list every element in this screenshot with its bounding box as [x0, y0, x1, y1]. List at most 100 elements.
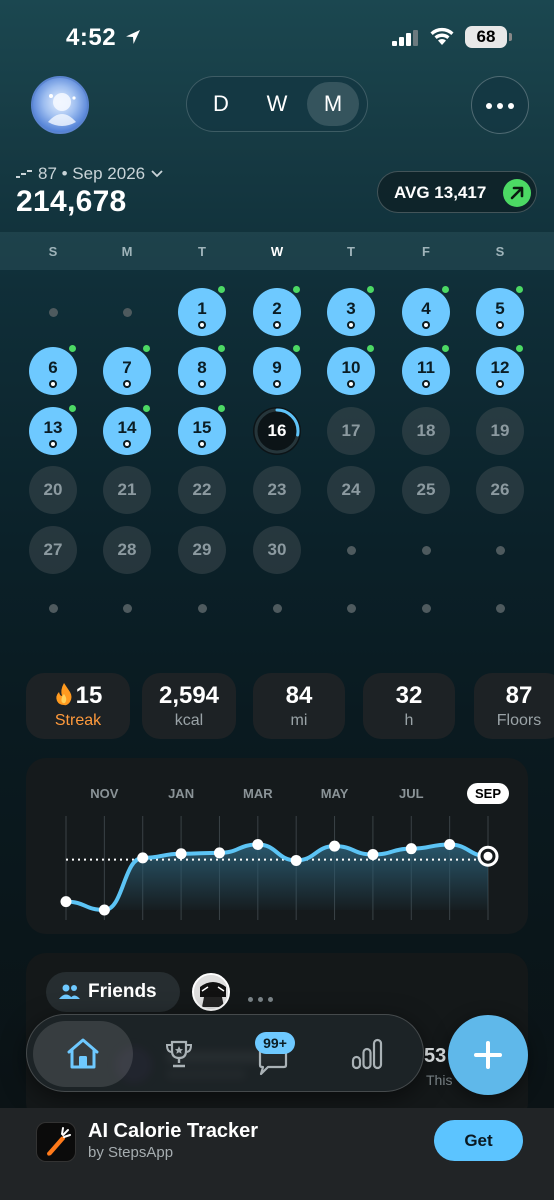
- calendar-day-completed[interactable]: 2: [253, 286, 301, 336]
- calendar-day-completed[interactable]: 15: [178, 405, 226, 455]
- data-point[interactable]: [137, 852, 149, 864]
- calendar-day-future[interactable]: 25: [402, 466, 450, 514]
- friend-avatar-illustration-icon: [194, 975, 228, 1009]
- calendar-day-completed[interactable]: 7: [103, 345, 151, 395]
- friend-steps-caption: This: [426, 1072, 453, 1088]
- calendar-day-future[interactable]: 23: [253, 466, 301, 514]
- data-point[interactable]: [367, 849, 379, 861]
- calendar-day-completed[interactable]: 5: [476, 286, 524, 336]
- goal-star-icon: [49, 440, 57, 448]
- calendar-day-future[interactable]: 21: [103, 466, 151, 514]
- calendar-day-future[interactable]: 17: [327, 407, 375, 455]
- data-point[interactable]: [405, 843, 417, 855]
- ad-banner[interactable]: AI Calorie Tracker by StepsApp Get: [0, 1108, 554, 1200]
- data-point[interactable]: [329, 840, 341, 852]
- trend-chart-card[interactable]: NOV JAN MAR MAY JUL SEP: [26, 758, 528, 934]
- empty-day-dot: [346, 603, 356, 613]
- calendar-day-completed[interactable]: 14: [103, 405, 151, 455]
- stat-tile-floors[interactable]: 87 Floors: [474, 673, 554, 739]
- data-point[interactable]: [98, 904, 110, 916]
- day-number: 11: [417, 358, 435, 377]
- profile-avatar[interactable]: [31, 76, 89, 134]
- calendar-day-today[interactable]: 16: [253, 407, 301, 455]
- calendar-day-future[interactable]: 22: [178, 466, 226, 514]
- tab-home[interactable]: [33, 1021, 133, 1087]
- empty-day-dot: [122, 307, 132, 317]
- calendar-day-completed[interactable]: 1: [178, 286, 226, 336]
- calendar-day-future[interactable]: 26: [476, 466, 524, 514]
- day-number: 30: [267, 540, 287, 559]
- status-bar: 4:52 68: [0, 0, 554, 74]
- data-point[interactable]: [213, 847, 225, 859]
- day-number: 22: [192, 480, 212, 499]
- goal-star-icon: [273, 321, 281, 329]
- friend-avatar[interactable]: [192, 973, 230, 1011]
- data-point[interactable]: [60, 896, 72, 908]
- day-number: 29: [192, 540, 212, 559]
- day-number: 1: [197, 299, 207, 318]
- calendar-day-future[interactable]: 20: [29, 466, 77, 514]
- more-dot-icon: [508, 103, 514, 109]
- stat-tile-h[interactable]: 32 h: [363, 673, 455, 739]
- friends-tab[interactable]: Friends: [46, 972, 180, 1012]
- home-icon: [67, 1038, 99, 1069]
- data-point[interactable]: [290, 854, 302, 866]
- stat-value: 2,594: [158, 682, 220, 709]
- stat-label: mi: [290, 712, 308, 729]
- weekday-label: T: [198, 244, 206, 259]
- calendar-day-completed[interactable]: 10: [327, 345, 375, 395]
- segment-month[interactable]: M: [307, 82, 359, 126]
- goal-star-icon: [198, 321, 206, 329]
- data-point[interactable]: [252, 838, 264, 850]
- calendar-day-completed[interactable]: 6: [29, 345, 77, 395]
- stat-tile-mi[interactable]: 84 mi: [253, 673, 345, 739]
- period-selector[interactable]: 87 • Sep 2026: [16, 164, 163, 184]
- calendar-day-future[interactable]: 19: [476, 407, 524, 455]
- more-options-button[interactable]: [471, 76, 529, 134]
- calendar-day-completed[interactable]: 13: [29, 405, 77, 455]
- x-tick-label: NOV: [90, 786, 119, 801]
- calendar-day-completed[interactable]: 9: [253, 345, 301, 395]
- trophy-icon[interactable]: [164, 1039, 194, 1069]
- calendar-day-future[interactable]: 30: [253, 526, 301, 574]
- stat-tile-streak[interactable]: 15 Streak: [26, 673, 130, 739]
- calendar-day-future[interactable]: 29: [178, 526, 226, 574]
- average-pill[interactable]: AVG 13,417: [377, 171, 537, 213]
- goal-star-icon: [422, 321, 430, 329]
- calendar-day-completed[interactable]: 11: [402, 345, 450, 395]
- calendar-day-completed[interactable]: 3: [327, 286, 375, 336]
- calendar-day-future[interactable]: 18: [402, 407, 450, 455]
- calendar-day-completed[interactable]: 8: [178, 345, 226, 395]
- friends-label: Friends: [88, 981, 157, 1002]
- period-label: 87 • Sep 2026: [38, 164, 146, 183]
- x-tick-label: SEP: [475, 786, 501, 801]
- calendar-day-future[interactable]: 24: [327, 466, 375, 514]
- goal-star-icon: [273, 380, 281, 388]
- data-point[interactable]: [444, 838, 456, 850]
- day-number: 18: [416, 421, 436, 440]
- ad-get-button[interactable]: Get: [434, 1120, 523, 1161]
- empty-day-dot: [346, 545, 356, 555]
- calendar-day-future[interactable]: 28: [103, 526, 151, 574]
- friends-more-icon[interactable]: [248, 989, 278, 1007]
- segment-day[interactable]: D: [195, 82, 247, 126]
- calendar-day-completed[interactable]: 12: [476, 345, 524, 395]
- stat-tile-kcal[interactable]: 2,594 kcal: [142, 673, 236, 739]
- goal-met-dot: [442, 286, 449, 293]
- empty-day-dot: [421, 603, 431, 613]
- add-button[interactable]: [448, 1015, 528, 1095]
- goal-star-icon: [496, 380, 504, 388]
- goal-star-icon: [347, 380, 355, 388]
- empty-day-dot: [48, 603, 58, 613]
- goal-star-icon: [422, 380, 430, 388]
- goal-met-dot: [143, 345, 150, 352]
- calendar-day-future[interactable]: 27: [29, 526, 77, 574]
- stats-icon[interactable]: [350, 1037, 384, 1071]
- data-point[interactable]: [175, 848, 187, 860]
- segment-week[interactable]: W: [251, 82, 303, 126]
- stat-label: h: [404, 712, 414, 729]
- day-number: 12: [490, 358, 510, 377]
- goal-met-dot: [143, 405, 150, 412]
- calendar-day-completed[interactable]: 4: [402, 286, 450, 336]
- status-time: 4:52: [66, 24, 117, 51]
